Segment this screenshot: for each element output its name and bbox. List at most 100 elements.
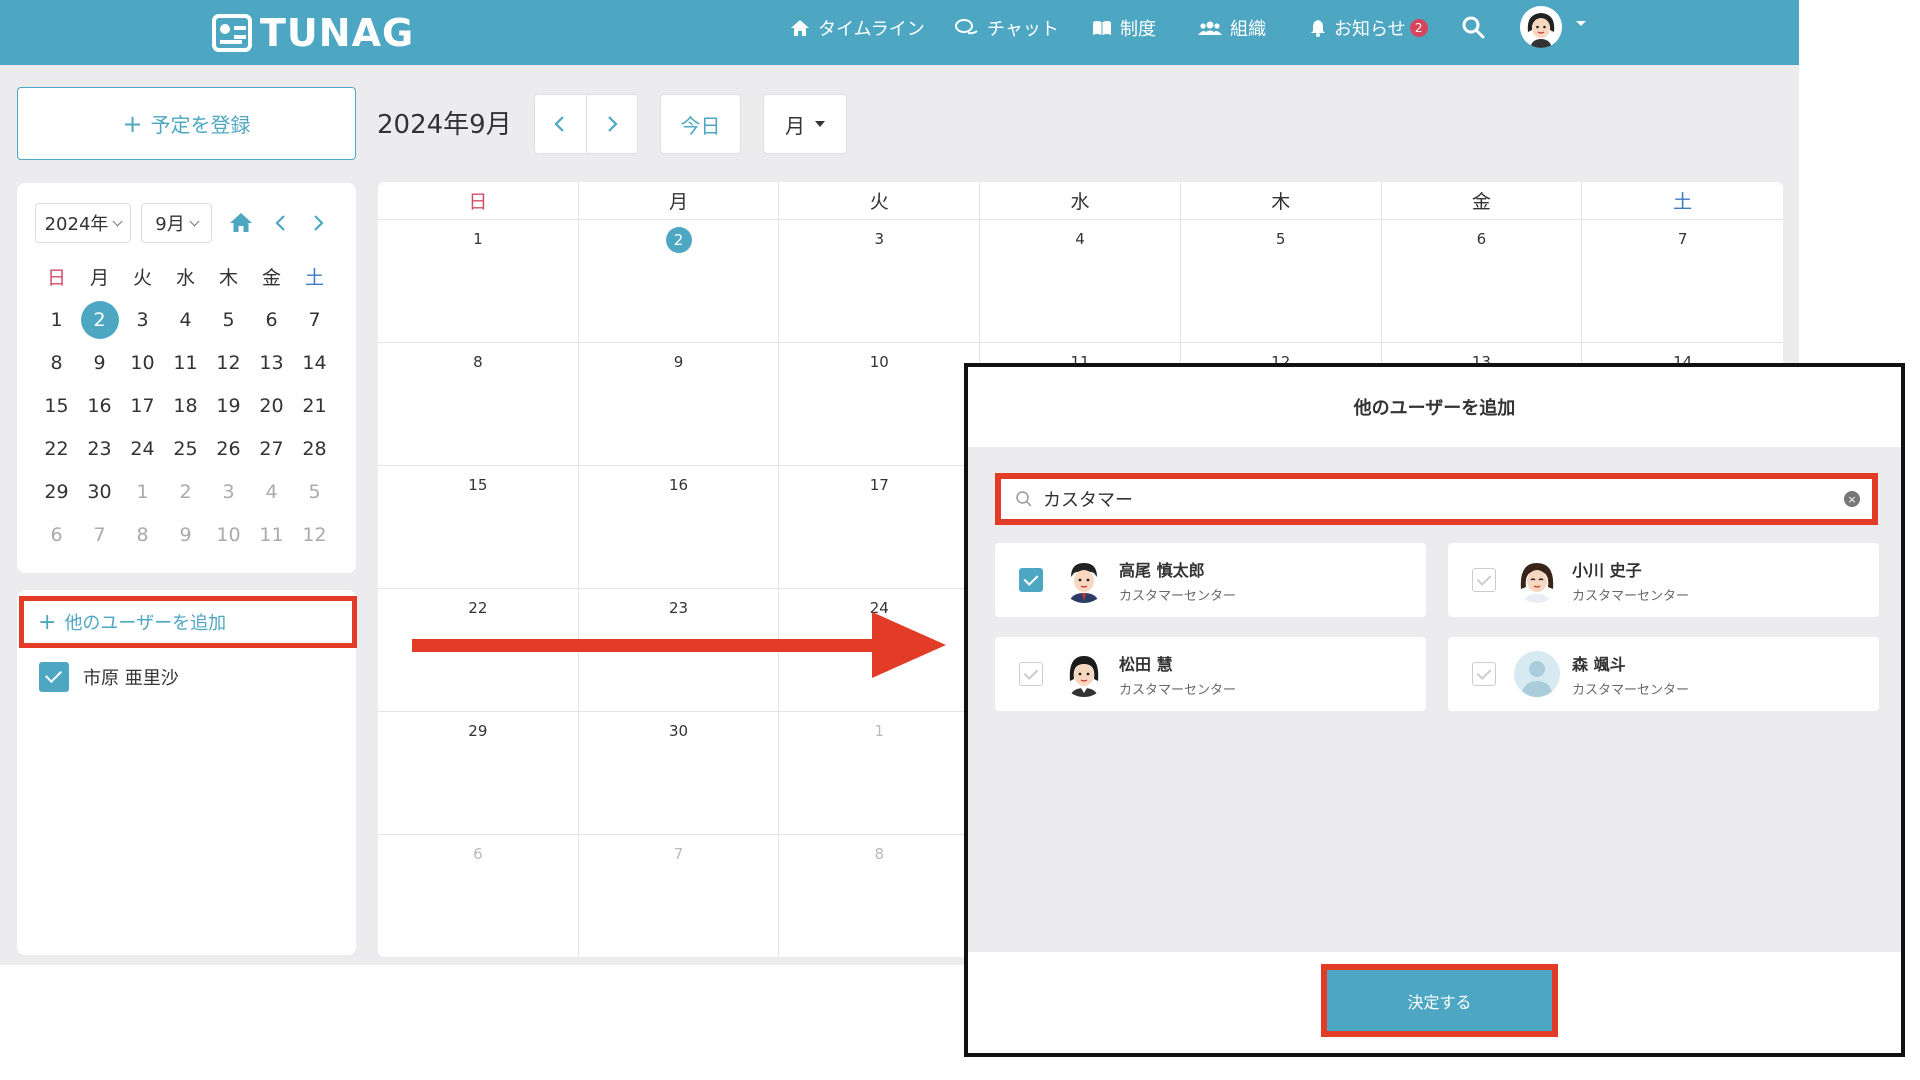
mini-calendar-today[interactable]: 2 [78, 298, 121, 341]
mini-calendar-day[interactable]: 29 [35, 470, 78, 513]
mini-calendar-day[interactable]: 14 [293, 341, 336, 384]
user-search-input[interactable] [1043, 488, 1844, 510]
calendar-day-cell[interactable]: 6 [1381, 220, 1583, 343]
mini-calendar-day[interactable]: 2 [164, 470, 207, 513]
mini-calendar-day[interactable]: 28 [293, 427, 336, 470]
mini-calendar-day[interactable]: 10 [121, 341, 164, 384]
calendar-day-cell[interactable]: 8 [378, 343, 579, 466]
search-icon[interactable] [1460, 14, 1486, 40]
add-event-button[interactable]: + 予定を登録 [17, 87, 356, 160]
mini-calendar-day[interactable]: 17 [121, 384, 164, 427]
calendar-day-cell[interactable]: 15 [378, 466, 579, 589]
mini-calendar-day[interactable]: 19 [207, 384, 250, 427]
calendar-day-cell[interactable]: 7 [1582, 220, 1783, 343]
user-card[interactable]: 高尾 慎太郎 カスタマーセンター [995, 543, 1426, 617]
nav-chat[interactable]: チャット [955, 0, 1059, 56]
next-month-button[interactable] [585, 95, 638, 153]
calendar-day-cell[interactable]: 1 [779, 712, 981, 835]
user-name: 小川 史子 [1572, 560, 1642, 580]
mini-calendar-day[interactable]: 8 [121, 513, 164, 556]
calendar-day-cell[interactable]: 9 [578, 343, 780, 466]
mini-calendar-day[interactable]: 9 [164, 513, 207, 556]
calendar-day-cell[interactable]: 8 [779, 835, 981, 957]
mini-calendar-day[interactable]: 7 [293, 298, 336, 341]
mini-calendar-day[interactable]: 1 [121, 470, 164, 513]
mini-calendar-day[interactable]: 6 [35, 513, 78, 556]
mini-calendar-day[interactable]: 11 [164, 341, 207, 384]
calendar-day-cell[interactable]: 17 [779, 466, 981, 589]
user-card[interactable]: 森 颯斗 カスタマーセンター [1448, 637, 1879, 711]
mini-calendar-day[interactable]: 4 [250, 470, 293, 513]
nav-organization[interactable]: 組織 [1198, 0, 1266, 56]
chevron-right-icon[interactable] [308, 213, 328, 233]
home-icon[interactable] [229, 211, 253, 233]
calendar-day-today[interactable]: 2 [578, 220, 780, 343]
user-checkbox[interactable] [1472, 662, 1496, 686]
mini-calendar-day[interactable]: 7 [78, 513, 121, 556]
mini-calendar-day[interactable]: 6 [250, 298, 293, 341]
nav-timeline[interactable]: タイムライン [790, 0, 925, 56]
year-select[interactable]: 2024年 [35, 203, 131, 243]
mini-calendar-day[interactable]: 24 [121, 427, 164, 470]
mini-calendar-day[interactable]: 18 [164, 384, 207, 427]
day-number: 15 [44, 394, 69, 417]
mini-calendar-day[interactable]: 10 [207, 513, 250, 556]
mini-calendar-day[interactable]: 3 [121, 298, 164, 341]
mini-calendar-day[interactable]: 20 [250, 384, 293, 427]
mini-calendar-day[interactable]: 13 [250, 341, 293, 384]
mini-calendar-day[interactable]: 22 [35, 427, 78, 470]
mini-calendar-day[interactable]: 27 [250, 427, 293, 470]
user-checkbox[interactable] [1472, 568, 1496, 592]
mini-calendar-day[interactable]: 11 [250, 513, 293, 556]
calendar-day-cell[interactable]: 7 [579, 835, 780, 957]
mini-calendar-day[interactable]: 15 [35, 384, 78, 427]
checkbox-checked-icon[interactable] [39, 662, 69, 692]
mini-calendar-day[interactable]: 1 [35, 298, 78, 341]
selected-user-row[interactable]: 市原 亜里沙 [39, 662, 179, 692]
caret-down-icon[interactable] [1574, 18, 1588, 28]
month-select[interactable]: 9月 [141, 203, 212, 243]
mini-calendar-day[interactable]: 16 [78, 384, 121, 427]
calendar-day-cell[interactable]: 29 [378, 712, 579, 835]
avatar-woman-icon [1061, 651, 1107, 697]
mini-calendar-day[interactable]: 12 [207, 341, 250, 384]
user-card[interactable]: 松田 慧 カスタマーセンター [995, 637, 1426, 711]
day-number: 4 [179, 308, 192, 331]
calendar-day-cell[interactable]: 16 [578, 466, 780, 589]
mini-calendar-day[interactable]: 25 [164, 427, 207, 470]
weekday-header: 日 [378, 182, 579, 219]
mini-calendar-day[interactable]: 30 [78, 470, 121, 513]
user-avatar[interactable] [1520, 6, 1562, 48]
mini-calendar-day[interactable]: 23 [78, 427, 121, 470]
mini-calendar-day[interactable]: 8 [35, 341, 78, 384]
confirm-button[interactable]: 決定する [1321, 964, 1558, 1037]
user-checkbox[interactable] [1019, 662, 1043, 686]
today-button[interactable]: 今日 [660, 94, 741, 154]
calendar-day-cell[interactable]: 30 [578, 712, 780, 835]
user-card[interactable]: 小川 史子 カスタマーセンター [1448, 543, 1879, 617]
calendar-day-cell[interactable]: 4 [980, 220, 1181, 343]
nav-notifications[interactable]: お知らせ 2 [1310, 0, 1428, 56]
calendar-day-cell[interactable]: 6 [378, 835, 579, 957]
calendar-day-cell[interactable]: 3 [779, 220, 981, 343]
mini-calendar-day[interactable]: 3 [207, 470, 250, 513]
calendar-day-cell[interactable]: 10 [779, 343, 981, 466]
mini-calendar-day[interactable]: 5 [293, 470, 336, 513]
prev-month-button[interactable] [535, 95, 586, 153]
tunag-logo[interactable]: TUNAG [212, 8, 414, 58]
mini-calendar-day[interactable]: 21 [293, 384, 336, 427]
view-mode-dropdown[interactable]: 月 [763, 94, 847, 154]
calendar-day-cell[interactable]: 1 [378, 220, 579, 343]
month-select-value: 9月 [155, 214, 185, 235]
mini-calendar-day[interactable]: 5 [207, 298, 250, 341]
calendar-day-cell[interactable]: 5 [1180, 220, 1382, 343]
mini-calendar-day[interactable]: 12 [293, 513, 336, 556]
nav-system[interactable]: 制度 [1092, 0, 1156, 56]
mini-calendar-day[interactable]: 4 [164, 298, 207, 341]
clear-search-icon[interactable]: × [1844, 491, 1860, 507]
chevron-left-icon[interactable] [271, 213, 291, 233]
mini-calendar-day[interactable]: 26 [207, 427, 250, 470]
add-other-user-link[interactable]: + 他のユーザーを追加 [19, 596, 357, 648]
mini-calendar-day[interactable]: 9 [78, 341, 121, 384]
user-checkbox[interactable] [1019, 568, 1043, 592]
